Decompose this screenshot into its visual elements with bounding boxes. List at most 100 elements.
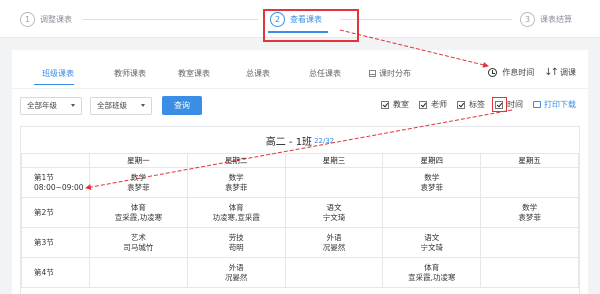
subject: 数学 xyxy=(130,172,146,182)
lesson-cell[interactable] xyxy=(480,227,579,258)
step-label: 课表结算 xyxy=(540,15,572,24)
teacher: 袁梦菲 xyxy=(518,212,541,222)
lesson-cell[interactable]: 数学 袁梦菲 xyxy=(382,167,482,198)
subject: 外语 xyxy=(228,262,244,272)
active-tab-underline xyxy=(34,84,74,85)
check-room[interactable]: 教室 xyxy=(381,99,409,110)
lesson-cell[interactable]: 外语 况晏然 xyxy=(186,257,286,288)
clock-icon xyxy=(488,68,498,77)
subject: 体育 xyxy=(130,202,146,212)
print-download-button[interactable]: 打印下载 xyxy=(533,99,576,110)
subject: 数学 xyxy=(228,172,244,182)
check-time[interactable]: 时间 xyxy=(492,96,523,112)
header-cell xyxy=(21,153,90,168)
step-label: 调整课表 xyxy=(40,15,72,24)
teacher: 宣采霞,功凌寒 xyxy=(114,212,163,222)
schedule-button[interactable]: 作息时间 xyxy=(488,67,534,78)
period-cell: 第2节 xyxy=(21,197,90,228)
subject: 数学 xyxy=(424,172,440,182)
table-row: 第2节 体育 宣采霞,功凌寒 体育 功凌寒,宣采霞 语文 宁文琦 数学 袁梦菲 xyxy=(21,197,579,228)
lesson-cell[interactable]: 外语 况晏然 xyxy=(284,227,384,258)
header-cell: 星期五 xyxy=(480,153,579,168)
lesson-cell[interactable]: 体育 宣采霞,功凌寒 xyxy=(89,197,188,228)
header-cell: 星期三 xyxy=(284,153,384,168)
tab-class-schedule[interactable]: 班级课表 xyxy=(42,68,74,79)
timetable-card: 班级课表 教师课表 教室课表 总课表 总任课表 课时分布 作息时间 ↓↑ 调课 … xyxy=(12,50,588,294)
query-button[interactable]: 查询 xyxy=(162,96,202,115)
lesson-cell[interactable]: 语文 宁文琦 xyxy=(284,197,384,228)
grade-select[interactable]: 全部年级 xyxy=(20,96,82,115)
period-label: 第3节 xyxy=(34,237,54,247)
check-label: 教室 xyxy=(393,100,409,109)
lesson-cell[interactable]: 体育 宣采霞,功凌寒 xyxy=(382,257,482,288)
check-teacher[interactable]: 老师 xyxy=(419,99,447,110)
tab-room-schedule[interactable]: 教室课表 xyxy=(178,68,210,79)
lesson-cell[interactable] xyxy=(284,167,384,198)
chevron-down-icon xyxy=(141,104,145,107)
subject: 体育 xyxy=(228,202,244,212)
lesson-cell[interactable]: 语文 宁文琦 xyxy=(382,227,482,258)
period-label: 第1节 xyxy=(34,172,54,182)
timetable-title: 高二 - 1班 22/32 xyxy=(21,127,579,153)
lesson-cell[interactable]: 数学 袁梦菲 xyxy=(89,167,188,198)
tab-period-distribution[interactable]: 课时分布 xyxy=(369,68,411,79)
lesson-cell[interactable] xyxy=(480,167,579,198)
lesson-cell[interactable]: 数学 袁梦菲 xyxy=(186,167,286,198)
schedule-label: 作息时间 xyxy=(502,68,535,77)
period-label: 第2节 xyxy=(34,207,54,217)
print-label: 打印下载 xyxy=(544,100,576,109)
lesson-cell[interactable] xyxy=(382,197,482,228)
printer-icon xyxy=(533,101,541,108)
subject: 语文 xyxy=(326,202,342,212)
lesson-cell[interactable] xyxy=(89,257,188,288)
lesson-cell[interactable]: 数学 袁梦菲 xyxy=(480,197,579,228)
chevron-down-icon xyxy=(71,104,75,107)
table-row: 第1节 08:00~09:00 数学 袁梦菲 数学 袁梦菲 数学 袁梦菲 xyxy=(21,167,579,198)
class-select[interactable]: 全部班级 xyxy=(90,96,152,115)
lesson-cell[interactable] xyxy=(480,257,579,288)
teacher: 宁文琦 xyxy=(420,242,444,252)
subject: 劳技 xyxy=(228,232,244,242)
period-cell: 第3节 xyxy=(21,227,90,258)
lesson-cell[interactable]: 劳技 苟明 xyxy=(186,227,286,258)
step-number: 1 xyxy=(20,12,35,27)
header-cell: 星期一 xyxy=(89,153,188,168)
teacher: 宣采霞,功凌寒 xyxy=(408,272,456,282)
timetable-grid: 星期一 星期二 星期三 星期四 星期五 第1节 08:00~09:00 数学 袁梦菲数… xyxy=(21,153,579,288)
checkbox[interactable] xyxy=(495,100,503,109)
lesson-cell[interactable]: 体育 功凌寒,宣采霞 xyxy=(186,197,286,228)
step-3[interactable]: 3 课表结算 xyxy=(520,12,572,27)
class-name: 高二 - 1班 xyxy=(265,136,313,148)
check-tag[interactable]: 标签 xyxy=(457,99,485,110)
tab-master-schedule[interactable]: 总课表 xyxy=(246,68,270,79)
adjust-label: 调课 xyxy=(560,68,576,77)
tab-assignment-schedule[interactable]: 总任课表 xyxy=(309,68,341,79)
filter-bar: 全部年级 全部班级 查询 xyxy=(20,96,202,115)
tab-label: 课时分布 xyxy=(379,69,411,78)
lesson-cell[interactable] xyxy=(284,257,384,288)
table-row: 第4节 外语 况晏然 体育 宣采霞,功凌寒 xyxy=(21,257,579,288)
period-cell: 第4节 xyxy=(21,257,90,288)
tab-teacher-schedule[interactable]: 教师课表 xyxy=(114,68,146,79)
step-connector xyxy=(340,19,512,20)
teacher: 况晏然 xyxy=(224,272,248,282)
period-label: 第4节 xyxy=(34,267,54,277)
lesson-cell[interactable]: 艺术 司马城竹 xyxy=(89,227,188,258)
checkbox[interactable] xyxy=(419,100,427,109)
header-cell: 星期四 xyxy=(382,153,482,168)
checkbox[interactable] xyxy=(457,100,465,109)
divider xyxy=(12,88,588,89)
step-1[interactable]: 1 调整课表 xyxy=(20,12,72,27)
sort-icon: ↓↑ xyxy=(544,67,559,78)
subject: 艺术 xyxy=(130,232,146,242)
adjust-button[interactable]: ↓↑ 调课 xyxy=(544,67,576,78)
subject: 体育 xyxy=(424,262,440,272)
teacher: 宁文琦 xyxy=(322,212,346,222)
teacher: 袁梦菲 xyxy=(224,182,248,192)
period-cell: 第1节 08:00~09:00 xyxy=(21,167,90,198)
grade-value: 全部年级 xyxy=(27,101,57,110)
checkbox[interactable] xyxy=(381,100,389,109)
display-options: 教室 老师 标签 时间 打印下载 xyxy=(371,96,576,112)
table-row: 第3节 艺术 司马城竹 劳技 苟明 外语 况晏然 语文 宁文琦 xyxy=(21,227,579,258)
class-value: 全部班级 xyxy=(97,101,127,110)
